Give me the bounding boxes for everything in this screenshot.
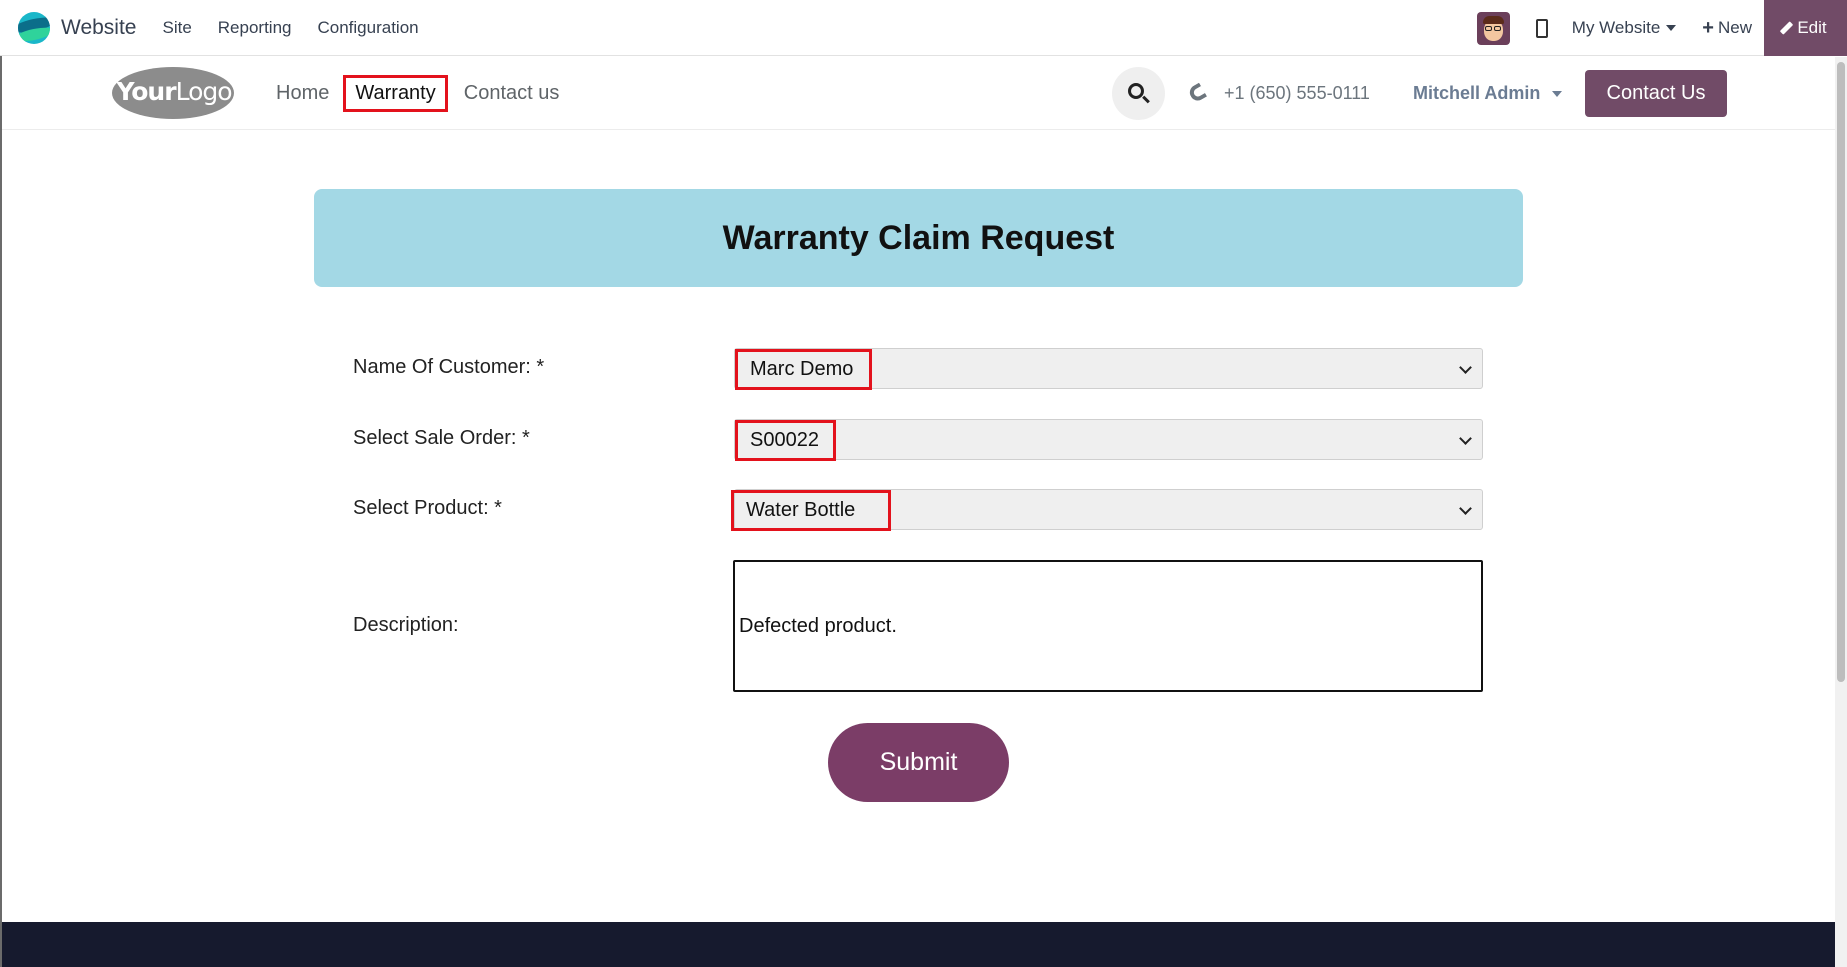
chevron-down-icon bbox=[1459, 432, 1472, 445]
sale-order-label: Select Sale Order: * bbox=[353, 427, 530, 449]
nav-home[interactable]: Home bbox=[270, 78, 335, 109]
phone-number[interactable]: +1 (650) 555-0111 bbox=[1186, 57, 1370, 130]
pencil-icon bbox=[1780, 21, 1794, 35]
scrollbar-thumb[interactable] bbox=[1837, 62, 1845, 682]
caret-down-icon bbox=[1666, 25, 1677, 31]
menu-reporting[interactable]: Reporting bbox=[218, 18, 292, 38]
new-button[interactable]: + New bbox=[1702, 18, 1752, 38]
left-border bbox=[0, 56, 2, 967]
edit-button[interactable]: Edit bbox=[1764, 0, 1847, 56]
caret-down-icon bbox=[1552, 90, 1563, 97]
customer-select[interactable]: Marc Demo bbox=[734, 348, 1483, 390]
phone-text: +1 (650) 555-0111 bbox=[1224, 83, 1370, 103]
product-label: Select Product: * bbox=[353, 497, 502, 519]
website-app-icon[interactable] bbox=[18, 12, 50, 44]
nav-warranty[interactable]: Warranty bbox=[343, 75, 448, 112]
main-nav: Home Warranty Contact us bbox=[270, 57, 573, 130]
chevron-down-icon bbox=[1459, 502, 1472, 515]
logo-text-light: Logo bbox=[175, 77, 233, 106]
search-icon bbox=[1127, 82, 1150, 105]
phone-icon bbox=[1186, 82, 1208, 103]
mobile-preview-icon[interactable] bbox=[1535, 18, 1548, 38]
page-banner: Warranty Claim Request bbox=[314, 189, 1523, 287]
odoo-topbar: Website Site Reporting Configuration My … bbox=[0, 0, 1847, 56]
contact-us-button[interactable]: Contact Us bbox=[1585, 70, 1727, 117]
sale-order-select[interactable]: S00022 bbox=[734, 419, 1483, 461]
user-menu[interactable]: Mitchell Admin bbox=[1413, 57, 1563, 130]
site-logo[interactable]: YourLogo bbox=[112, 67, 234, 119]
user-name: Mitchell Admin bbox=[1413, 83, 1541, 103]
footer bbox=[2, 922, 1835, 967]
description-textarea[interactable]: Defected product. bbox=[733, 560, 1483, 692]
user-avatar[interactable] bbox=[1476, 11, 1510, 45]
product-value: Water Bottle bbox=[731, 490, 891, 531]
app-name[interactable]: Website bbox=[61, 16, 136, 40]
topbar-right: My Website + New Edit bbox=[1476, 0, 1847, 56]
plus-icon: + bbox=[1702, 17, 1714, 39]
website-header: YourLogo Home Warranty Contact us +1 (65… bbox=[2, 57, 1835, 130]
website-selector[interactable]: My Website bbox=[1572, 18, 1677, 38]
chevron-down-icon bbox=[1459, 361, 1472, 374]
product-select[interactable]: Water Bottle bbox=[731, 489, 1483, 531]
submit-button[interactable]: Submit bbox=[828, 723, 1009, 802]
menu-configuration[interactable]: Configuration bbox=[318, 18, 419, 38]
topbar-left: Website Site Reporting Configuration bbox=[18, 0, 445, 56]
search-button[interactable] bbox=[1112, 67, 1165, 120]
customer-value: Marc Demo bbox=[735, 349, 872, 390]
new-button-label: New bbox=[1717, 18, 1752, 37]
browser-page: Website Site Reporting Configuration My … bbox=[0, 0, 1847, 967]
logo-text-bold: Your bbox=[116, 77, 176, 106]
sale-order-value: S00022 bbox=[735, 420, 836, 461]
edit-button-label: Edit bbox=[1797, 18, 1827, 37]
nav-contact-us[interactable]: Contact us bbox=[458, 78, 566, 109]
page-title: Warranty Claim Request bbox=[722, 218, 1115, 257]
menu-site[interactable]: Site bbox=[162, 18, 191, 38]
description-label: Description: bbox=[353, 614, 459, 636]
website-selector-label: My Website bbox=[1571, 18, 1661, 37]
customer-label: Name Of Customer: * bbox=[353, 356, 545, 378]
